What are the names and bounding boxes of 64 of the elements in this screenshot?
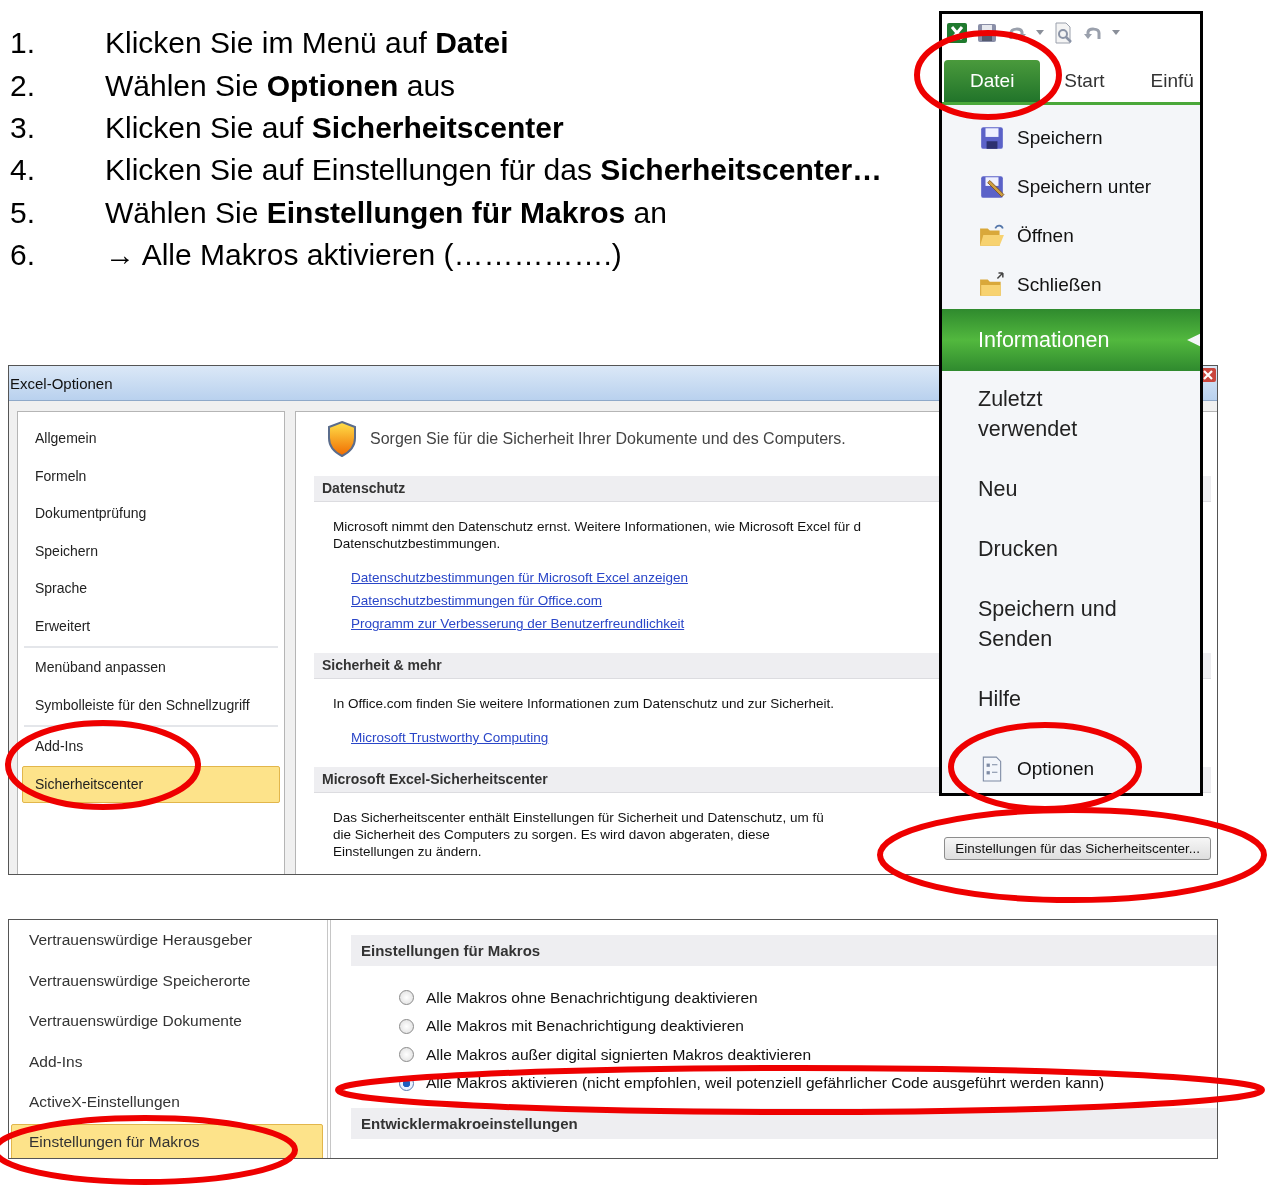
window-title: Excel-Optionen	[9, 374, 113, 392]
open-folder-icon	[979, 222, 1005, 249]
print-preview-icon[interactable]	[1052, 22, 1074, 44]
sidebar-item[interactable]: Add-Ins	[11, 1043, 323, 1080]
sidebar-item[interactable]: Sicherheitscenter	[22, 765, 280, 804]
radio-label[interactable]: Alle Makros außer digital signierten Makros deaktivieren	[426, 1045, 812, 1064]
menu-page-item[interactable]: Neu	[942, 474, 1133, 504]
paragraph: In Office.com finden Sie weitere Informationen zum Datenschutz und zur Sicherheit.	[333, 695, 834, 713]
radio-button[interactable]	[399, 1018, 414, 1034]
floppy-pencil-icon	[979, 173, 1005, 200]
menu-page-item[interactable]: Hilfe	[942, 684, 1133, 714]
step-number: 5.	[10, 195, 37, 230]
paragraph: Microsoft nimmt den Datenschutz ernst. Weitere Informationen, wie Microsoft Excel für d Datenschutzbestimmungen.	[333, 518, 861, 553]
menu-command[interactable]: Speichern unter	[942, 162, 1200, 211]
step-text: Klicken Sie auf Sicherheitscenter	[105, 110, 564, 145]
sidebar-item[interactable]: Dokumentprüfung	[22, 495, 280, 533]
sidebar-item[interactable]: Speichern	[22, 532, 280, 571]
section-header: Einstellungen für Makros	[351, 935, 1217, 967]
folder-arrow-icon	[979, 271, 1005, 298]
menu-page-item[interactable]: Zuletzt verwendet	[942, 384, 1133, 444]
radio-button[interactable]	[399, 1047, 414, 1063]
sidebar-item[interactable]: Sprache	[22, 570, 280, 608]
sidebar-item[interactable]: Einstellungen für Makros	[11, 1124, 323, 1159]
radio-label[interactable]: Alle Makros mit Benachrichtigung deaktivieren	[426, 1017, 744, 1036]
radio-button[interactable]	[399, 990, 414, 1006]
sidebar-item[interactable]: Vertrauenswürdige Speicherorte	[11, 962, 323, 999]
sidebar-item[interactable]: Allgemein	[22, 420, 280, 458]
ribbon-tab[interactable]: Start	[1040, 60, 1127, 102]
menu-command[interactable]: Schließen	[942, 260, 1200, 309]
ribbon-tab[interactable]: Einfü	[1126, 60, 1200, 102]
page-heading: Sorgen Sie für die Sicherheit Ihrer Dokumente und des Computers.	[370, 430, 846, 449]
menu-command[interactable]: Öffnen	[942, 211, 1200, 260]
link[interactable]: Programm zur Verbesserung der Benutzerfreundlichkeit	[351, 616, 685, 632]
link[interactable]: Microsoft Trustworthy Computing	[351, 730, 549, 746]
paragraph: Das Sicherheitscenter enthält Einstellungen für Sicherheit und Datenschutz, um fü die Sicherheit des Computers zu sorgen. Es wird davon abgeraten, diese Einstellungen zu ändern.	[333, 809, 824, 861]
step-text: Klicken Sie auf Einstellungen für das Sicherheitscenter…	[105, 153, 883, 188]
step-text: Wählen Sie Einstellungen für Makros an	[105, 195, 667, 230]
menu-page-item[interactable]: Drucken	[942, 534, 1133, 564]
sidebar-item[interactable]: Symbolleiste für den Schnellzugriff	[22, 686, 280, 725]
step-number: 6.	[10, 238, 37, 273]
step-number: 3.	[10, 110, 37, 145]
radio-label[interactable]: Alle Makros ohne Benachrichtigung deaktivieren	[426, 988, 758, 1007]
ribbon-tab[interactable]: Datei	[944, 60, 1041, 102]
shield-icon	[326, 420, 358, 459]
dropdown-arrow-icon[interactable]	[1112, 30, 1120, 36]
step-text: Klicken Sie im Menü auf Datei	[105, 26, 509, 61]
menu-page-item[interactable]: Speichern und Senden	[942, 594, 1133, 654]
sidebar-item[interactable]: Vertrauenswürdige Dokumente	[11, 1003, 323, 1040]
step-number: 4.	[10, 153, 37, 188]
step-number: 2.	[10, 68, 37, 103]
sidebar-item[interactable]: Add-Ins	[22, 728, 280, 766]
menu-command[interactable]: Speichern	[942, 113, 1200, 162]
sidebar-item[interactable]: Menüband anpassen	[22, 649, 280, 687]
link[interactable]: Datenschutzbestimmungen für Office.com	[351, 593, 603, 609]
link[interactable]: Datenschutzbestimmungen für Microsoft Excel anzeigen	[351, 570, 688, 586]
step-text: Wählen Sie Optionen aus	[105, 68, 456, 103]
sidebar-item[interactable]: ActiveX-Einstellungen	[11, 1083, 323, 1120]
dropdown-arrow-icon[interactable]	[1036, 30, 1044, 36]
sidebar-item[interactable]: Formeln	[22, 457, 280, 496]
step-text: → Alle Makros aktivieren (…………….)	[105, 238, 622, 273]
trust-center-settings-button[interactable]: Einstellungen für das Sicherheitscenter...	[944, 837, 1211, 861]
sidebar-item[interactable]: Vertrauenswürdige Herausgeber	[11, 922, 323, 959]
step-number: 1.	[10, 26, 37, 61]
sidebar-item[interactable]: Erweitert	[22, 607, 280, 646]
